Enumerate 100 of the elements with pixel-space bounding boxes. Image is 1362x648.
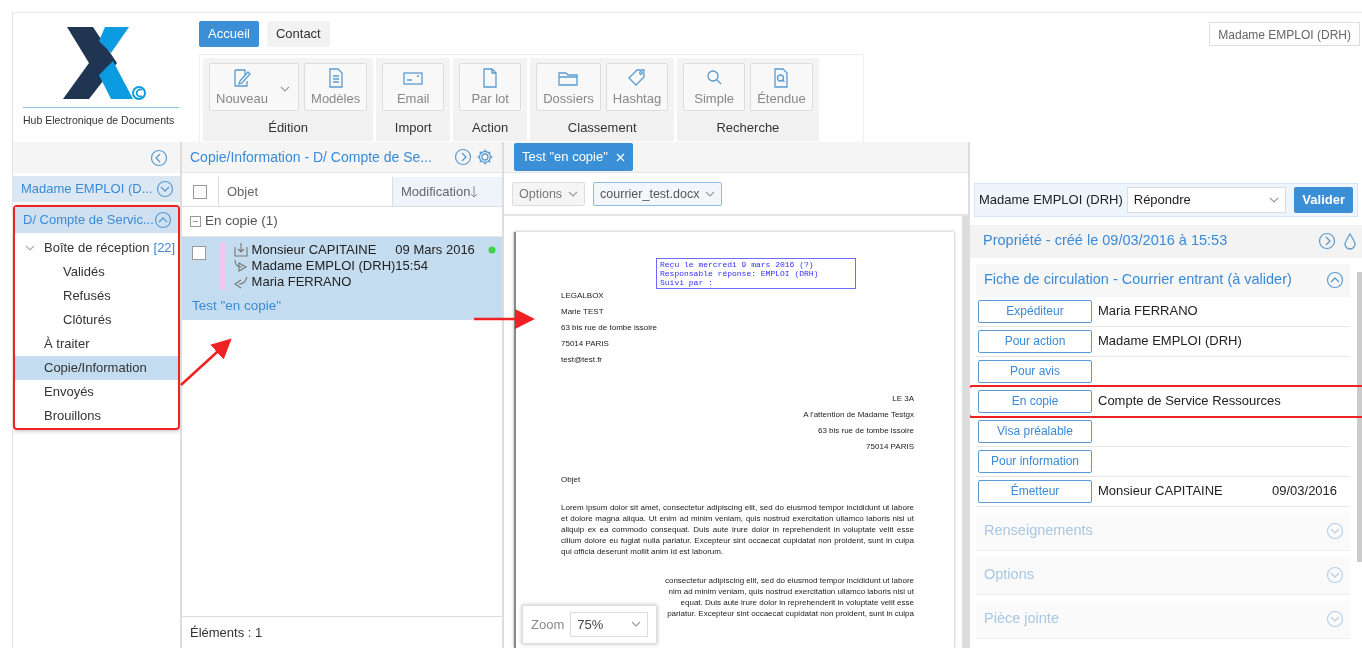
nav-tab[interactable]: Accueil xyxy=(199,21,259,47)
sender-line: 75014 PARIS xyxy=(561,339,610,348)
file-dropdown[interactable]: courrier_test.docx xyxy=(593,181,723,207)
account-name: Madame EMPLOI (D... xyxy=(21,180,153,199)
recipient-name: Maria FERRANO xyxy=(251,274,352,290)
zoom-select[interactable]: 75% xyxy=(570,611,649,637)
caret-icon xyxy=(568,191,579,197)
account-header[interactable]: Madame EMPLOI (D... xyxy=(13,176,180,202)
sort-down-icon xyxy=(470,184,479,199)
caret-icon xyxy=(25,245,35,251)
pencil-icon xyxy=(231,66,253,89)
subject-link[interactable]: Test "en copie" xyxy=(182,290,502,317)
recipient-name: Madame EMPLOI (DRH) xyxy=(251,258,396,274)
drop-icon xyxy=(1344,232,1356,250)
sender-line: 63 bis rue de tombe issoire xyxy=(561,323,659,332)
role-value: Monsieur CAPITAINE xyxy=(1098,482,1224,501)
role-value: Madame EMPLOI (DRH) xyxy=(1098,332,1242,351)
role-value: Maria FERRANO xyxy=(1098,302,1198,321)
folder-item[interactable]: À traiter xyxy=(15,332,178,356)
collapse-icon[interactable] xyxy=(150,148,168,167)
folder-item[interactable]: Refusés xyxy=(15,284,178,308)
sender-line: Marie TEST xyxy=(561,307,605,316)
folder-item[interactable]: Validés xyxy=(15,260,178,284)
paragraph-line: pariatur. Excepteur sint occaecat cupidatat non proident, sunt in culpa xyxy=(666,608,914,619)
paragraph-line: nim ad minim veniam, quis nostrud exercitation ullamco laboris nisi ut xyxy=(667,586,914,597)
column-header[interactable]: Objet xyxy=(219,177,392,206)
folder-name: À traiter xyxy=(44,335,90,354)
unread-count: [22] xyxy=(153,239,176,258)
recipient-name: Monsieur CAPITAINE xyxy=(251,242,377,258)
ribbon-button[interactable]: Email xyxy=(382,62,445,111)
recipient-line: 63 bis rue de tombe issoire xyxy=(816,426,914,435)
role-value: Compte de Service Ressources xyxy=(1098,392,1281,411)
column-header[interactable]: Modification xyxy=(392,177,502,206)
user-name: Madame EMPLOI (DRH) xyxy=(979,191,1123,209)
folder-item[interactable]: Brouillons xyxy=(15,404,178,428)
document-tab[interactable]: Test "en copie" xyxy=(514,143,633,171)
priority-bar xyxy=(219,242,225,290)
sender-line: LEGALBOX xyxy=(561,291,605,300)
reply-arrow-icon xyxy=(232,274,249,290)
expand-icon[interactable] xyxy=(1326,566,1344,584)
logo-caption: Hub Electronique de Documents xyxy=(23,107,179,129)
role-button[interactable]: Expéditeur xyxy=(978,299,1092,323)
expand-icon[interactable] xyxy=(156,180,174,198)
collapse-icon xyxy=(190,216,201,227)
body-paragraph: Lorem ipsum dolor sit amet, consectetur adipiscing elit, sed do eiusmod tempor incididunt ut labore et dolore magna aliqua. Ut enim ad minim veniam, quis nostrud exercitation ullamco laboris nisi ut aliquip ex ea commodo consequat. Duis aute irure dolor in reprehenderit in voluptate velit esse cillum dolore eu fugiat nulla pariatur. Excepteur sint occaecat cupidatat non proident, sunt in culpa qui officia deserunt mollit anim id est laborum. xyxy=(561,502,914,557)
subject-line: Objet xyxy=(561,475,582,484)
ribbon-button[interactable]: Dossiers xyxy=(536,62,601,111)
folder-name: Brouillons xyxy=(44,407,102,426)
close-icon[interactable] xyxy=(615,152,625,162)
role-button[interactable]: Émetteur xyxy=(978,479,1092,503)
caret-icon xyxy=(631,621,642,628)
folder-name: Clôturés xyxy=(63,311,112,330)
sender-line: test@test.fr xyxy=(561,355,604,364)
ribbon-button[interactable]: Hashtag xyxy=(605,62,669,111)
folder-item[interactable]: Copie/Information xyxy=(15,356,178,380)
message-row[interactable]: Monsieur CAPITAINE Madame EMPLOI (DRH) Maria FERRANO 09 Mars 2016 15:54 Test "en copie" xyxy=(182,237,502,321)
ribbon-button[interactable]: Étendue xyxy=(750,62,813,111)
inbox-icon xyxy=(232,242,249,258)
action-select[interactable]: Répondre xyxy=(1126,187,1287,213)
paragraph-line: equat. Duis aute irure dolor in reprehenderit in voluptate velit esse xyxy=(679,597,914,608)
folder-item[interactable]: Boîte de réception [22] xyxy=(15,236,178,260)
section-header[interactable]: Fiche de circulation - Courrier entrant (à valider) xyxy=(976,263,1350,297)
account-header[interactable]: D/ Compte de Servic... xyxy=(15,207,178,233)
next-icon[interactable] xyxy=(1318,232,1336,250)
settings-icon[interactable] xyxy=(476,148,494,166)
folder-item[interactable]: Envoyés xyxy=(15,380,178,404)
recipient-line: A l'attention de Madame Testgx xyxy=(802,410,914,419)
ribbon-button[interactable]: Par lot xyxy=(459,62,522,111)
user-menu[interactable]: Madame EMPLOI (DRH) xyxy=(1209,22,1360,46)
date-text: 09/03/2016 xyxy=(1272,482,1338,501)
role-button[interactable]: Pour avis xyxy=(978,359,1092,383)
list-title: Copie/Information - D/ Compte de Se... xyxy=(190,147,433,167)
ribbon-button[interactable]: Nouveau xyxy=(209,62,300,111)
validate-button[interactable]: Valider xyxy=(1294,187,1353,213)
collapse-icon[interactable] xyxy=(154,211,172,229)
account-name: D/ Compte de Servic... xyxy=(23,211,154,230)
role-button[interactable]: Pour information xyxy=(978,449,1092,473)
folder-item[interactable]: Clôturés xyxy=(15,308,178,332)
recipient-line: 75014 PARIS xyxy=(865,442,914,451)
expand-icon[interactable] xyxy=(1326,610,1344,628)
received-stamp: Reçu le mercredi 9 mars 2016 (?) Responsable réponse: EMPLOI (DRH) Suivi par : xyxy=(656,258,856,289)
checkbox[interactable] xyxy=(192,246,207,260)
checkbox[interactable] xyxy=(193,184,207,199)
collapse-icon[interactable] xyxy=(1326,271,1344,289)
item-count: Éléments : 1 xyxy=(190,624,263,640)
role-button[interactable]: Pour action xyxy=(978,329,1092,353)
nav-tab[interactable]: Contact xyxy=(266,21,330,47)
expand-icon[interactable] xyxy=(1326,522,1344,540)
forward-arrow-icon xyxy=(232,258,249,274)
role-button[interactable]: Visa préalable xyxy=(978,419,1092,443)
annotation-arrow xyxy=(474,309,535,329)
folder-name: Validés xyxy=(63,263,105,282)
role-button[interactable]: En copie xyxy=(978,389,1092,413)
options-dropdown[interactable]: Options xyxy=(512,181,586,207)
scrollbar[interactable] xyxy=(1357,271,1362,562)
recipient-line: LE 3A xyxy=(891,394,914,403)
ribbon-button[interactable]: Modèles xyxy=(304,62,368,111)
folder-name: Copie/Information xyxy=(44,359,147,378)
paragraph-line: consectetur adipiscing elit, sed do eiusmod tempor incididunt ut labore xyxy=(663,575,914,586)
ribbon-button[interactable]: Simple xyxy=(683,62,746,111)
